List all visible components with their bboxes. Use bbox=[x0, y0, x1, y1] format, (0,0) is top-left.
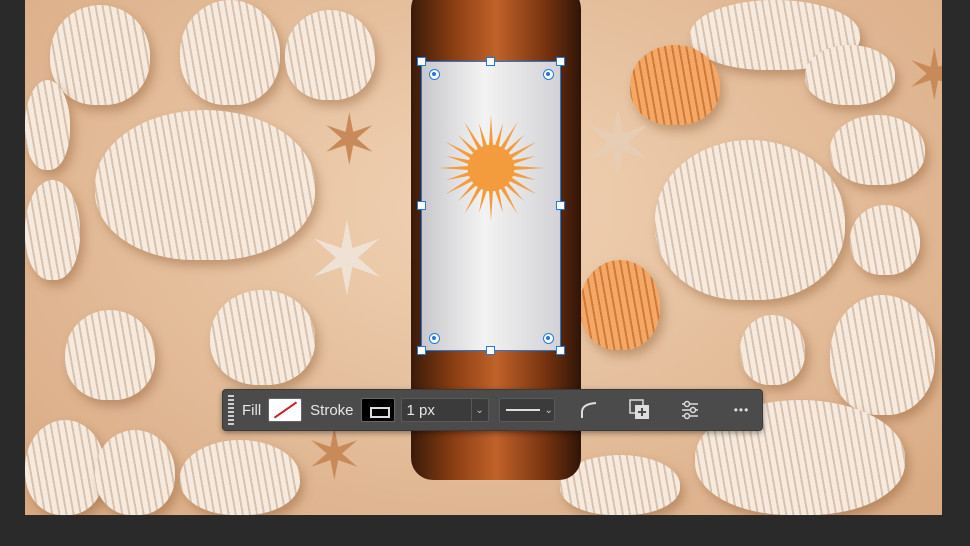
solid-line-icon bbox=[506, 409, 540, 411]
corner-radius-icon[interactable] bbox=[579, 400, 599, 420]
starfish: ✶ bbox=[580, 100, 655, 190]
fill-swatch-none[interactable] bbox=[268, 398, 302, 422]
transform-handle-bottom-left[interactable] bbox=[417, 346, 426, 355]
shell bbox=[25, 180, 80, 280]
shell bbox=[25, 420, 105, 515]
shell bbox=[50, 5, 150, 105]
shell bbox=[655, 140, 845, 300]
stroke-label: Stroke bbox=[310, 402, 353, 419]
shell bbox=[580, 260, 660, 350]
shell bbox=[180, 0, 280, 105]
shell bbox=[210, 290, 315, 385]
transform-handle-bottom[interactable] bbox=[486, 346, 495, 355]
shell bbox=[850, 205, 920, 275]
shell bbox=[180, 440, 300, 515]
corner-radius-handle[interactable] bbox=[543, 333, 554, 344]
shell bbox=[65, 310, 155, 400]
transform-handle-left[interactable] bbox=[417, 201, 426, 210]
transform-handle-right[interactable] bbox=[556, 201, 565, 210]
shell bbox=[830, 295, 935, 415]
transform-handle-top-right[interactable] bbox=[556, 57, 565, 66]
corner-radius-handle[interactable] bbox=[429, 69, 440, 80]
stroke-width-field[interactable]: 1 px ⌄ bbox=[401, 398, 489, 422]
corner-radius-handle[interactable] bbox=[543, 69, 554, 80]
shell bbox=[805, 45, 895, 105]
selection-bounding-box[interactable] bbox=[421, 61, 561, 351]
transform-handle-top[interactable] bbox=[486, 57, 495, 66]
chevron-down-icon: ⌄ bbox=[545, 405, 553, 416]
shell bbox=[25, 80, 70, 170]
shell bbox=[285, 10, 375, 100]
shell bbox=[740, 315, 805, 385]
more-options-icon[interactable]: ••• bbox=[730, 400, 754, 420]
stroke-swatch[interactable] bbox=[361, 398, 395, 422]
starfish: ✶ bbox=[905, 40, 942, 110]
starfish: ✶ bbox=[305, 210, 389, 310]
chevron-down-icon[interactable]: ⌄ bbox=[471, 399, 488, 421]
stroke-width-value[interactable]: 1 px bbox=[402, 402, 471, 419]
transform-handle-top-left[interactable] bbox=[417, 57, 426, 66]
contextual-task-bar: Fill Stroke 1 px ⌄ ⌄ ••• bbox=[222, 389, 763, 431]
stroke-type-dropdown[interactable]: ⌄ bbox=[499, 398, 555, 422]
shell bbox=[95, 110, 315, 260]
corner-radius-handle[interactable] bbox=[429, 333, 440, 344]
duplicate-layer-icon[interactable] bbox=[629, 400, 649, 420]
transform-handle-bottom-right[interactable] bbox=[556, 346, 565, 355]
shell bbox=[95, 430, 175, 515]
drag-handle-icon[interactable] bbox=[228, 395, 234, 425]
document-canvas[interactable]: ✶ ✶ ✶ ✶ ✶ bbox=[25, 0, 942, 515]
adjustments-sliders-icon[interactable] bbox=[680, 400, 700, 420]
starfish: ✶ bbox=[320, 105, 379, 175]
shell bbox=[830, 115, 925, 185]
fill-label: Fill bbox=[242, 402, 261, 419]
